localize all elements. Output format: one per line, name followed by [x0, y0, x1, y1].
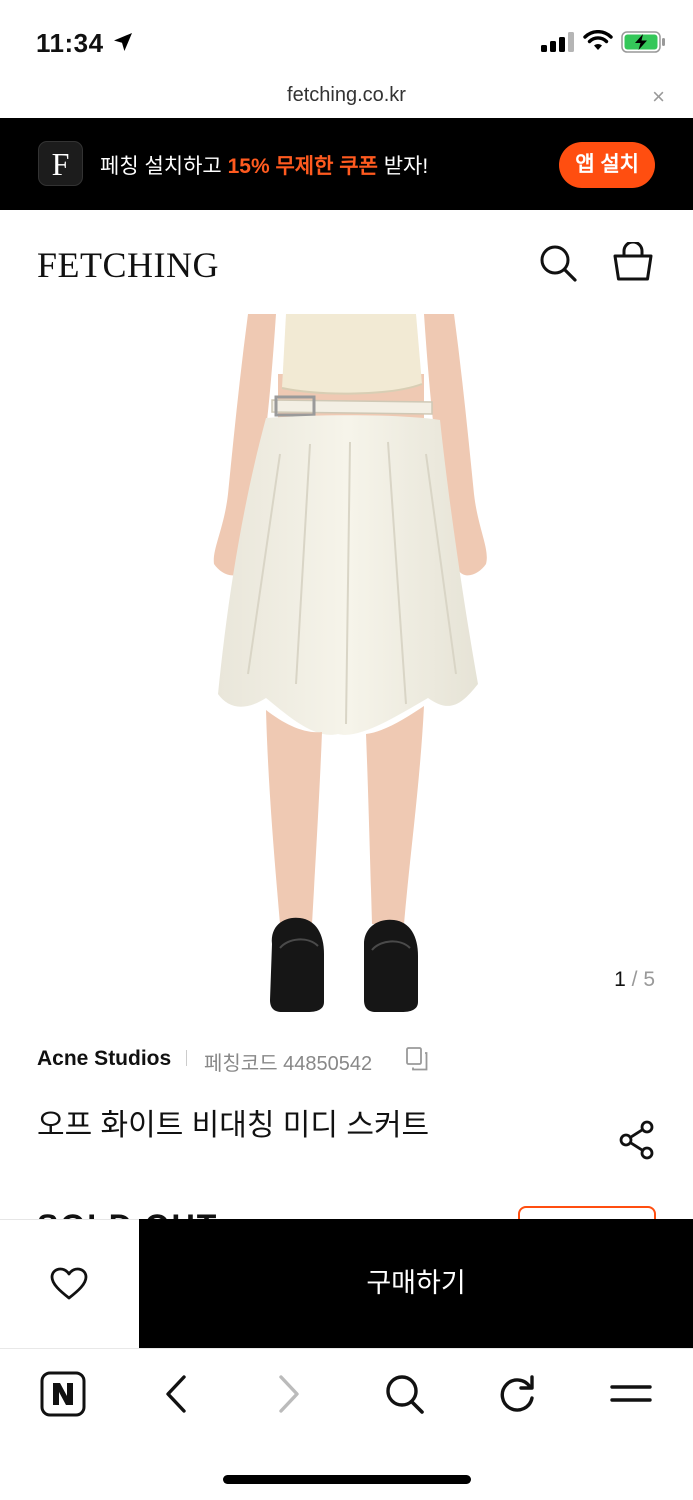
- battery-charging-icon: [621, 31, 665, 53]
- forward-icon: [279, 1375, 299, 1413]
- gallery-current: 1: [614, 968, 626, 991]
- close-icon[interactable]: ×: [652, 86, 665, 108]
- product-info: Acne Studios 페칭코드 44850542 오프 화이트 비대칭 미디…: [0, 1014, 693, 1219]
- browser-toolbar: [0, 1348, 693, 1500]
- info-divider: [186, 1050, 187, 1066]
- status-time: 11:34: [36, 28, 104, 58]
- shopping-bag-icon[interactable]: [612, 242, 654, 282]
- gallery-counter: 1 / 5: [614, 968, 655, 992]
- search-icon[interactable]: [538, 243, 578, 283]
- naver-home-icon[interactable]: [40, 1371, 86, 1417]
- install-app-button[interactable]: 앱 설치: [559, 142, 655, 188]
- home-indicator[interactable]: [223, 1475, 471, 1484]
- share-icon[interactable]: [618, 1120, 656, 1160]
- url-bar[interactable]: fetching.co.kr ×: [0, 80, 693, 118]
- copy-icon[interactable]: [406, 1047, 428, 1071]
- product-image-gallery[interactable]: 1 / 5: [0, 314, 693, 1014]
- sold-out-label: SOLD OUT: [37, 1208, 218, 1219]
- search-icon[interactable]: [384, 1371, 426, 1417]
- menu-icon[interactable]: [609, 1371, 653, 1417]
- buy-button[interactable]: 구매하기: [139, 1219, 693, 1348]
- product-title: 오프 화이트 비대칭 미디 스커트: [37, 1109, 430, 1142]
- banner-promo-text: 페칭 설치하고 15% 무제한 쿠폰 받자!: [100, 150, 428, 180]
- gallery-separator: /: [625, 968, 644, 991]
- signal-icon: [541, 32, 574, 52]
- heart-icon: [50, 1267, 88, 1300]
- site-header: FETCHING: [0, 210, 693, 314]
- product-code: 페칭코드 44850542: [204, 1053, 373, 1075]
- secondary-action-button[interactable]: [518, 1206, 656, 1219]
- wifi-icon: [583, 30, 613, 50]
- banner-text-before: 페칭 설치하고: [100, 155, 228, 178]
- banner-text-highlight: 15% 무제한 쿠폰: [227, 155, 378, 178]
- site-logo[interactable]: FETCHING: [37, 244, 219, 286]
- gallery-total: 5: [643, 968, 655, 991]
- url-text[interactable]: fetching.co.kr: [0, 84, 693, 107]
- banner-text-after: 받자!: [377, 155, 429, 178]
- back-icon[interactable]: [160, 1371, 190, 1417]
- location-arrow-icon: [114, 33, 132, 51]
- status-bar: 11:34: [0, 0, 693, 80]
- reload-icon[interactable]: [497, 1371, 539, 1417]
- product-brand[interactable]: Acne Studios: [37, 1047, 171, 1071]
- wishlist-button[interactable]: [0, 1219, 139, 1348]
- app-install-banner: F 페칭 설치하고 15% 무제한 쿠폰 받자! 앱 설치: [0, 118, 693, 210]
- app-logo-icon: F: [38, 141, 83, 186]
- purchase-bar: 구매하기: [0, 1219, 693, 1348]
- product-image: [213, 314, 487, 1012]
